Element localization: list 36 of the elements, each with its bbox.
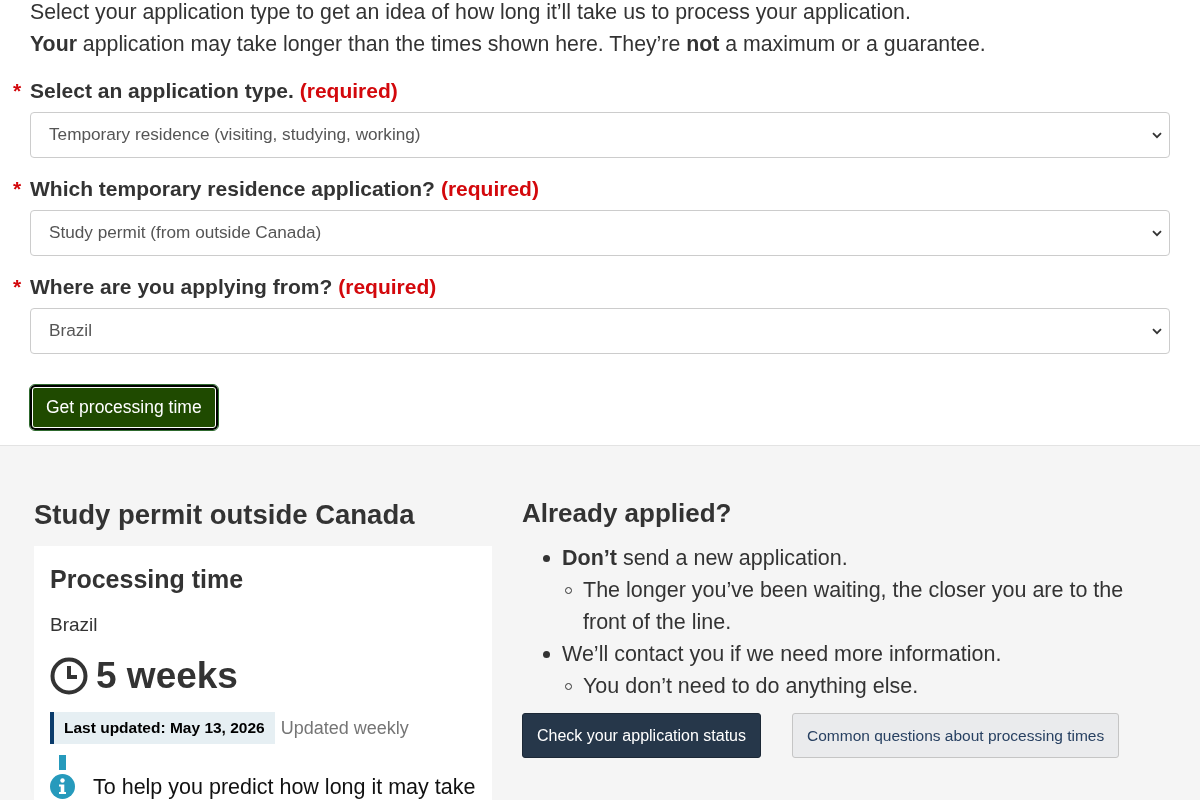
already-applied-heading: Already applied? [522,497,733,530]
field-label: Where are you applying from? [30,274,333,301]
required-asterisk: * [13,78,23,105]
required-note: (required) [440,176,539,203]
required-note: (required) [338,274,437,301]
field-label: Select an application type. [30,78,294,105]
select-field[interactable]: Study permit (from outside Canada) [30,210,1170,256]
last-updated-tag: Last updated: May 13, 2026 [50,712,275,744]
info-text: To help you predict how long it may take [93,774,476,799]
duration-text: 5 weeks [96,654,238,698]
list-item-text: We’ll contact you if we need more information. [562,641,1002,668]
list-item-text: The longer you’ve been waiting, the closer you are to the front of the line. [583,577,1125,636]
list-item-text: You don’t need to do anything else. [583,673,920,700]
list-item-text: Don’t send a new application. [562,545,848,572]
required-asterisk: * [13,176,23,203]
field-label: Which temporary residence application? [30,176,435,203]
update-frequency-text: Updated weekly [280,716,409,740]
info-accent-bar [59,755,66,770]
required-note: (required) [299,78,398,105]
chevron-down-icon [1152,327,1162,335]
clock-icon [50,657,88,695]
bullet-icon [543,651,550,658]
select-field[interactable]: Brazil [30,308,1170,354]
common-questions-button[interactable]: Common questions about processing times [792,713,1120,758]
bullet-icon [543,555,550,562]
chevron-down-icon [1152,131,1162,139]
card-heading: Processing time [50,564,245,594]
required-asterisk: * [13,274,23,301]
notice-text: Your application may take longer than the times shown here. They’re not a maximum or a guarantee. [30,32,987,56]
select-field[interactable]: Temporary residence (visiting, studying, working) [30,112,1170,158]
location-text: Brazil [50,613,99,637]
check-status-button[interactable]: Check your application status [522,713,761,758]
get-processing-time-button[interactable]: Get processing time [30,385,218,430]
result-heading: Study permit outside Canada [34,498,416,532]
chevron-down-icon [1152,229,1162,237]
intro-text: Select your application type to get an idea of how long it’ll take us to process your application. [30,0,912,24]
